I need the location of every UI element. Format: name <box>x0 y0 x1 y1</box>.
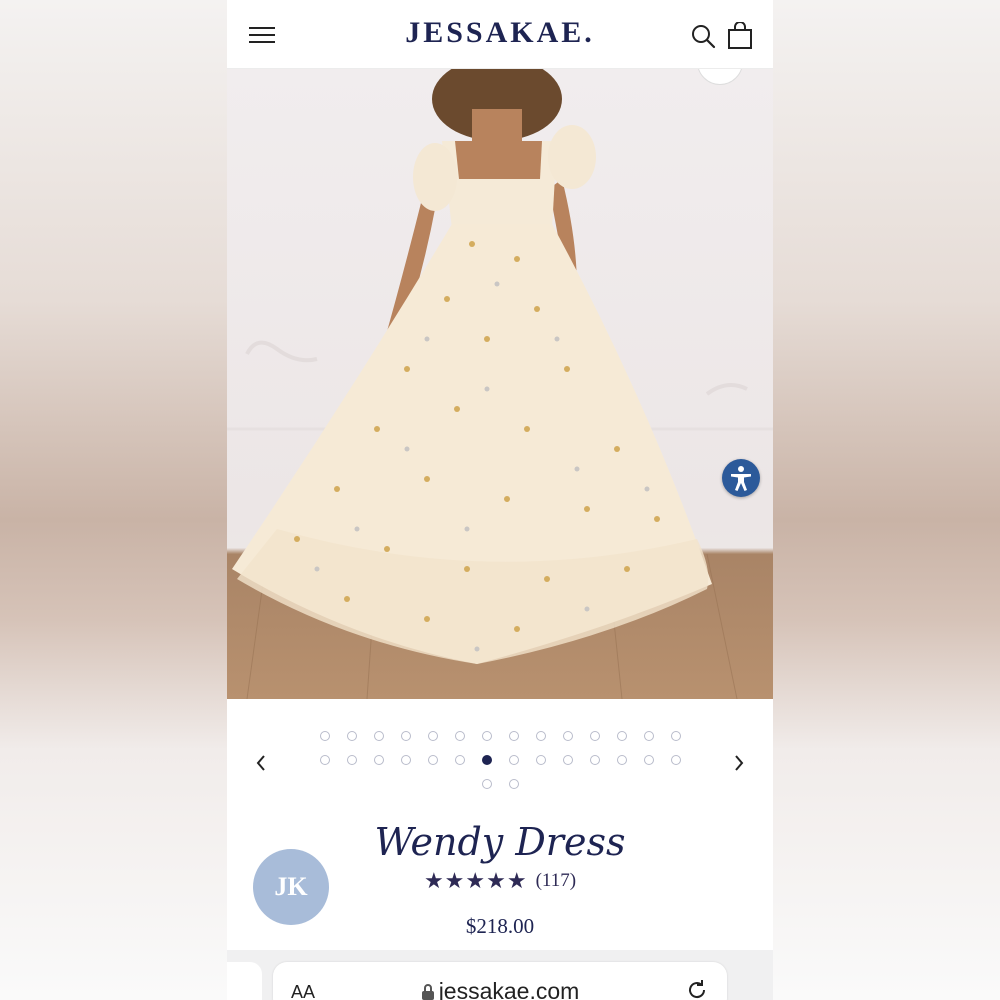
carousel-dot[interactable] <box>481 755 492 765</box>
address-bar[interactable]: AA jessakae.com <box>273 962 727 1000</box>
accessibility-icon[interactable] <box>722 459 760 497</box>
carousel-dot[interactable] <box>589 731 600 741</box>
carousel-dot[interactable] <box>373 731 384 741</box>
carousel-dot[interactable] <box>346 755 357 765</box>
carousel-dot[interactable] <box>319 731 330 741</box>
reload-icon[interactable] <box>685 978 709 1000</box>
carousel-dot[interactable] <box>589 755 600 765</box>
carousel-dot[interactable] <box>400 755 411 765</box>
carousel-dot[interactable] <box>535 755 546 765</box>
url-display[interactable]: jessakae.com <box>273 978 727 1000</box>
carousel-dot[interactable] <box>535 731 546 741</box>
carousel-dot[interactable] <box>481 731 492 741</box>
carousel-dot[interactable] <box>454 755 465 765</box>
carousel-dot[interactable] <box>346 731 357 741</box>
carousel-dot[interactable] <box>616 731 627 741</box>
mobile-page: JESSAKAE. JK Wendy Dress ★★★★★ (117) $21… <box>227 0 773 1000</box>
search-icon[interactable] <box>691 24 717 50</box>
carousel-dot[interactable] <box>616 755 627 765</box>
carousel-dot[interactable] <box>427 731 438 741</box>
site-header: JESSAKAE. <box>227 0 773 69</box>
star-rating-icon: ★★★★★ <box>423 868 528 893</box>
carousel-dot[interactable] <box>562 755 573 765</box>
carousel-dot[interactable] <box>670 731 681 741</box>
carousel-dot[interactable] <box>508 779 519 789</box>
url-text: jessakae.com <box>438 978 580 1000</box>
carousel-dot[interactable] <box>481 779 492 789</box>
carousel-dots-row <box>227 755 773 765</box>
lock-icon <box>421 984 434 1000</box>
browser-toolbar: AA jessakae.com <box>227 950 773 1000</box>
product-price: $218.00 <box>465 914 535 938</box>
product-title: Wendy Dress <box>374 820 626 864</box>
carousel-dot[interactable] <box>400 731 411 741</box>
product-rating[interactable]: ★★★★★ (117) <box>227 868 773 894</box>
carousel-dot[interactable] <box>427 755 438 765</box>
carousel-dots-row <box>227 731 773 741</box>
product-image[interactable] <box>227 69 773 699</box>
carousel-dot[interactable] <box>508 755 519 765</box>
shopping-bag-icon[interactable] <box>727 21 753 50</box>
carousel-dot[interactable] <box>643 755 654 765</box>
carousel-dot[interactable] <box>373 755 384 765</box>
carousel-dot[interactable] <box>562 731 573 741</box>
carousel-dot[interactable] <box>643 731 654 741</box>
carousel-dot[interactable] <box>508 731 519 741</box>
carousel-dot[interactable] <box>670 755 681 765</box>
dress-photo <box>227 69 773 699</box>
carousel-dots-row <box>227 779 773 789</box>
carousel-dot[interactable] <box>454 731 465 741</box>
image-carousel <box>227 720 773 800</box>
review-count: (117) <box>535 870 577 891</box>
carousel-dot[interactable] <box>319 755 330 765</box>
previous-tab[interactable] <box>227 962 262 1000</box>
